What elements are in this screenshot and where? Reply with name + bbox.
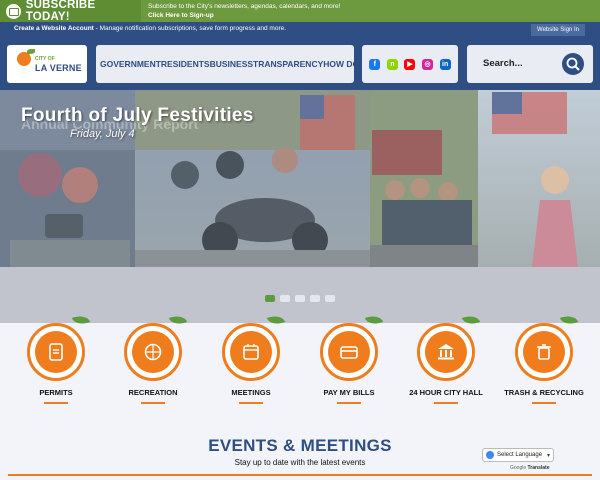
quicklink-label: RECREATION bbox=[128, 388, 178, 397]
nextdoor-icon[interactable]: n bbox=[386, 58, 398, 70]
google-icon bbox=[486, 451, 494, 459]
slider-dot[interactable] bbox=[265, 295, 275, 302]
city-hall-icon bbox=[438, 344, 454, 360]
quicklink-city-hall[interactable]: 24 HOUR CITY HALL bbox=[401, 312, 491, 417]
subscribe-button[interactable]: SUBSCRIBE TODAY! bbox=[0, 0, 141, 23]
instagram-icon[interactable]: ◎ bbox=[422, 58, 434, 70]
quicklink-label: MEETINGS bbox=[231, 388, 271, 397]
quicklink-recreation[interactable]: RECREATION bbox=[108, 312, 198, 417]
quicklink-label: 24 HOUR CITY HALL bbox=[409, 388, 483, 397]
logo-small-text: CITY OF bbox=[35, 56, 55, 62]
create-account-link[interactable]: Create a Website Account bbox=[14, 25, 94, 32]
subscribe-bar: SUBSCRIBE TODAY! Subscribe to the City's… bbox=[0, 0, 600, 23]
quicklink-label: PERMITS bbox=[39, 388, 73, 397]
quicklink-meetings[interactable]: MEETINGS bbox=[206, 312, 296, 417]
hero-banner[interactable]: Annual Community Report Fourth of July F… bbox=[0, 90, 600, 267]
language-select-label: Select Language bbox=[497, 452, 543, 458]
orange-logo-icon bbox=[17, 52, 31, 66]
slider-controls bbox=[0, 267, 600, 323]
payment-icon bbox=[340, 346, 358, 359]
account-text: Create a Website Account - Manage notifi… bbox=[14, 25, 286, 32]
youtube-icon[interactable]: ▶ bbox=[404, 58, 416, 70]
hero-title: Fourth of July Festivities bbox=[21, 105, 254, 126]
search-icon bbox=[566, 57, 580, 71]
sign-in-button[interactable]: Website Sign In bbox=[531, 24, 585, 36]
chevron-down-icon: ▾ bbox=[546, 452, 550, 459]
subscribe-title: SUBSCRIBE TODAY! bbox=[25, 0, 96, 23]
site-header: CITY OF LA VERNE GOVERNMENT RESIDENTS BU… bbox=[0, 38, 600, 90]
quicklink-trash[interactable]: TRASH & RECYCLING bbox=[499, 312, 589, 417]
subscribe-text: Subscribe to the City's newsletters, age… bbox=[148, 3, 341, 10]
basketball-icon bbox=[144, 343, 162, 361]
search-button[interactable] bbox=[562, 53, 584, 75]
powered-by-translate[interactable]: Google Translate bbox=[510, 465, 549, 471]
slider-dot[interactable] bbox=[295, 295, 305, 302]
logo-main-text: LA VERNE bbox=[35, 63, 82, 73]
facebook-icon[interactable]: f bbox=[369, 58, 381, 70]
nav-item-government[interactable]: GOVERNMENT bbox=[100, 59, 161, 69]
language-select[interactable]: Select Language ▾ bbox=[482, 448, 554, 462]
trash-icon bbox=[537, 344, 551, 360]
nav-item-transparency[interactable]: TRANSPARENCY bbox=[253, 59, 323, 69]
search-box[interactable]: Search... bbox=[467, 45, 593, 83]
quicklink-label: PAY MY BILLS bbox=[323, 388, 375, 397]
main-navigation: GOVERNMENT RESIDENTS BUSINESS TRANSPAREN… bbox=[96, 45, 371, 83]
permits-icon bbox=[49, 343, 63, 361]
slider-dot[interactable] bbox=[325, 295, 335, 302]
leaf-logo-icon bbox=[27, 49, 35, 54]
search-input[interactable]: Search... bbox=[483, 58, 523, 69]
quicklink-pay-bills[interactable]: PAY MY BILLS bbox=[304, 312, 394, 417]
quick-links: PERMITS RECREATION MEETINGS PAY MY BILLS… bbox=[0, 312, 600, 417]
account-description: - Manage notification subscriptions, sav… bbox=[93, 25, 287, 32]
social-links: f n ▶ ◎ in bbox=[362, 45, 458, 83]
site-logo[interactable]: CITY OF LA VERNE bbox=[7, 45, 87, 83]
nav-item-residents[interactable]: RESIDENTS bbox=[161, 59, 210, 69]
linkedin-icon[interactable]: in bbox=[439, 58, 451, 70]
hero-subtitle: Friday, July 4 bbox=[70, 128, 135, 140]
google-wordmark: Google bbox=[510, 465, 527, 471]
section-divider bbox=[8, 474, 592, 476]
translate-link: Translate bbox=[527, 465, 550, 471]
slider-dot[interactable] bbox=[310, 295, 320, 302]
nav-item-business[interactable]: BUSINESS bbox=[210, 59, 253, 69]
quicklink-permits[interactable]: PERMITS bbox=[11, 312, 101, 417]
slider-dots bbox=[265, 295, 335, 302]
account-bar: Create a Website Account - Manage notifi… bbox=[0, 22, 600, 38]
calendar-icon bbox=[243, 344, 259, 360]
subscribe-link[interactable]: Click Here to Sign-up bbox=[148, 11, 214, 20]
mail-icon bbox=[6, 3, 21, 19]
slider-dot[interactable] bbox=[280, 295, 290, 302]
quicklink-label: TRASH & RECYCLING bbox=[504, 388, 584, 397]
